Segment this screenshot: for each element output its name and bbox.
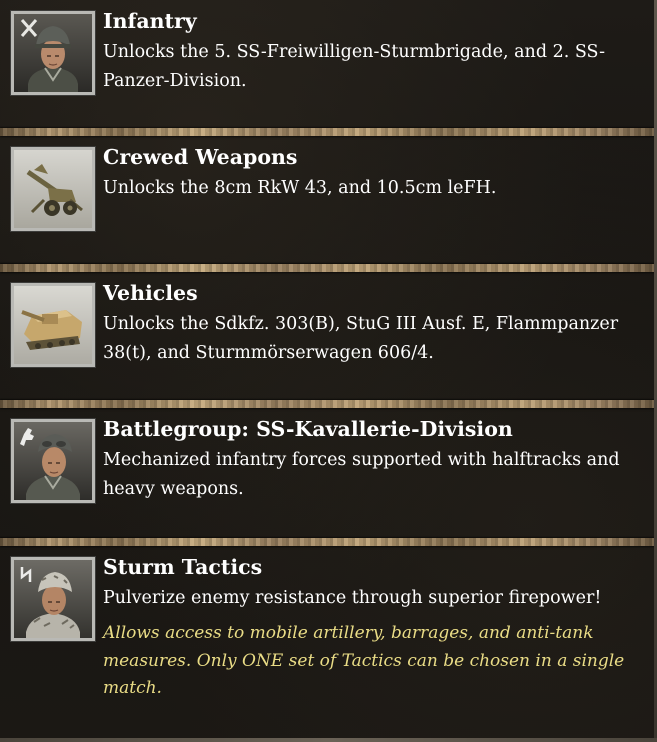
section-description: Pulverize enemy resistance through super… xyxy=(103,588,602,608)
battlegroup-details-panel: Infantry Unlocks the 5. SS-Freiwilligen-… xyxy=(0,0,657,742)
section-crewed-weapons: Crewed Weapons Unlocks the 8cm RkW 43, a… xyxy=(0,136,657,264)
section-description: Unlocks the 5. SS-Freiwilligen-Sturmbrig… xyxy=(103,42,606,91)
section-sturm-tactics: Sturm Tactics Pulverize enemy resistance… xyxy=(0,546,657,738)
artillery-gun-icon xyxy=(10,146,96,232)
section-title: Crewed Weapons xyxy=(103,145,298,169)
panel-frame-bottom xyxy=(0,738,657,742)
section-title: Sturm Tactics xyxy=(103,555,263,579)
soldier-portrait-rune-emblem-icon xyxy=(10,556,96,642)
section-divider xyxy=(0,128,657,136)
section-battlegroup: Battlegroup: SS-Kavallerie-Division Mech… xyxy=(0,408,657,538)
section-description: Mechanized infantry forces supported wit… xyxy=(103,450,620,499)
tactics-note: Allows access to mobile artillery, barra… xyxy=(103,623,625,698)
section-divider xyxy=(0,400,657,408)
section-title: Vehicles xyxy=(103,281,198,305)
section-infantry: Infantry Unlocks the 5. SS-Freiwilligen-… xyxy=(0,0,657,128)
soldier-portrait-crossed-swords-icon xyxy=(10,10,96,96)
section-description: Unlocks the 8cm RkW 43, and 10.5cm leFH. xyxy=(103,178,497,198)
section-title: Infantry xyxy=(103,9,197,33)
tank-vehicle-icon xyxy=(10,282,96,368)
section-vehicles: Vehicles Unlocks the Sdkfz. 303(B), StuG… xyxy=(0,272,657,400)
section-description: Unlocks the Sdkfz. 303(B), StuG III Ausf… xyxy=(103,314,619,363)
section-title: Battlegroup: SS-Kavallerie-Division xyxy=(103,417,513,441)
soldier-portrait-horse-emblem-icon xyxy=(10,418,96,504)
section-divider xyxy=(0,538,657,546)
section-divider xyxy=(0,264,657,272)
